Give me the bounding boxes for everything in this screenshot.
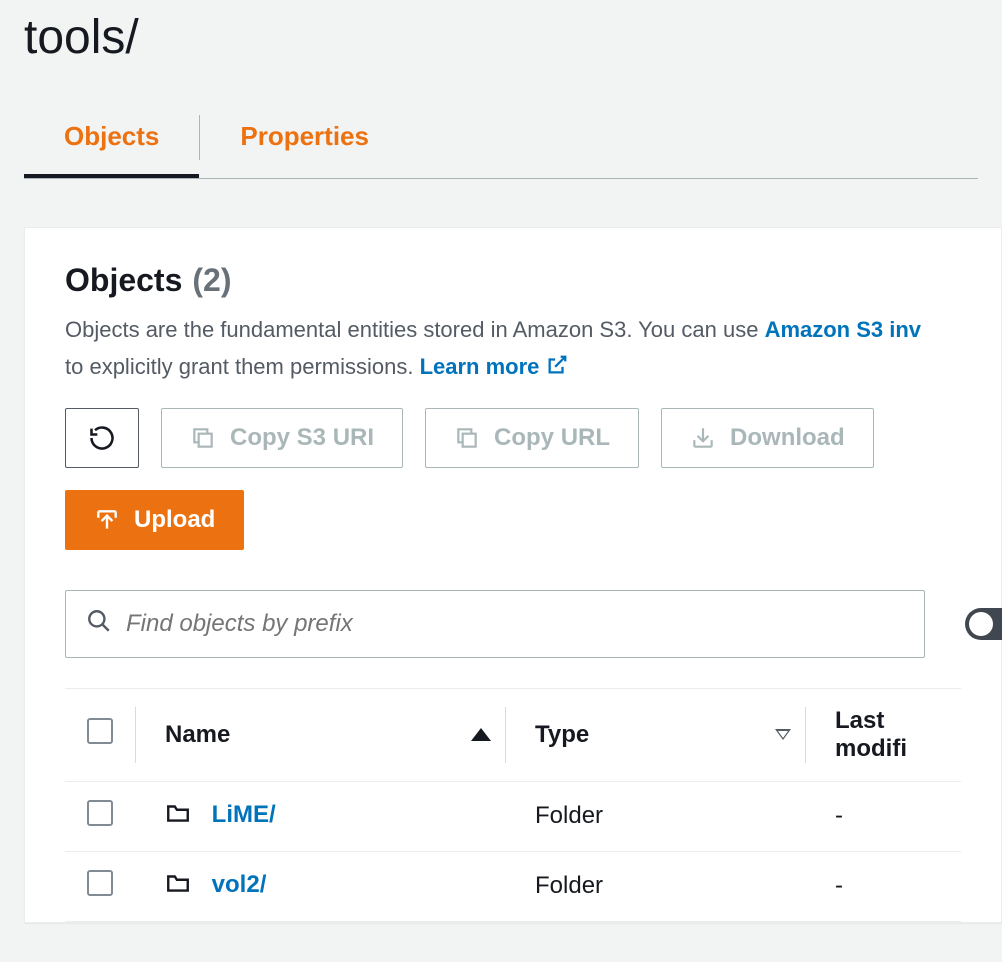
tab-objects[interactable]: Objects: [24, 103, 199, 178]
search-box[interactable]: [65, 590, 925, 658]
learn-more-label: Learn more: [420, 354, 540, 379]
amazon-s3-inventory-link[interactable]: Amazon S3 inv: [765, 317, 921, 342]
refresh-button[interactable]: [65, 408, 139, 468]
upload-button[interactable]: Upload: [65, 490, 244, 550]
sort-icon: [775, 729, 791, 740]
object-type: Folder: [505, 851, 805, 921]
table-row: LiME/ Folder -: [65, 781, 961, 851]
search-input[interactable]: [126, 610, 904, 638]
folder-icon: [165, 805, 198, 832]
description-text-2: to explicitly grant them permissions.: [65, 354, 420, 379]
object-name-link[interactable]: vol2/: [212, 871, 267, 898]
search-row: [65, 590, 961, 658]
tab-properties[interactable]: Properties: [200, 103, 409, 178]
panel-title: Objects: [65, 262, 182, 299]
object-last-modified: -: [805, 781, 961, 851]
copy-url-button[interactable]: Copy URL: [425, 408, 639, 468]
copy-icon: [190, 425, 216, 451]
name-header-label: Name: [165, 721, 230, 749]
copy-s3-uri-button[interactable]: Copy S3 URI: [161, 408, 403, 468]
toolbar-row-1: Copy S3 URI Copy URL Download: [65, 408, 961, 468]
learn-more-link[interactable]: Learn more: [420, 354, 568, 379]
panel-count: (2): [192, 262, 231, 299]
row-checkbox[interactable]: [87, 870, 113, 896]
search-icon: [86, 608, 112, 639]
refresh-icon: [88, 424, 116, 452]
panel-description: Objects are the fundamental entities sto…: [65, 311, 961, 386]
download-label: Download: [730, 424, 845, 452]
download-button[interactable]: Download: [661, 408, 874, 468]
copy-icon: [454, 425, 480, 451]
external-link-icon: [546, 354, 568, 379]
type-header-label: Type: [535, 721, 589, 749]
page-title: tools/: [0, 0, 1002, 83]
objects-table: Name Type Last modifi: [65, 688, 961, 922]
description-text-1: Objects are the fundamental entities sto…: [65, 317, 765, 342]
object-name-link[interactable]: LiME/: [212, 801, 276, 828]
objects-panel: Objects (2) Objects are the fundamental …: [24, 227, 1002, 923]
download-icon: [690, 425, 716, 451]
table-row: vol2/ Folder -: [65, 851, 961, 921]
column-header-last-modified[interactable]: Last modifi: [805, 688, 961, 781]
object-last-modified: -: [805, 851, 961, 921]
column-header-select: [65, 688, 135, 781]
toolbar-row-2: Upload: [65, 490, 961, 550]
sort-ascending-icon: [471, 728, 491, 741]
upload-label: Upload: [134, 506, 215, 534]
tabs-container: Objects Properties: [24, 103, 978, 179]
column-header-type[interactable]: Type: [505, 688, 805, 781]
copy-s3-uri-label: Copy S3 URI: [230, 424, 374, 452]
last-modified-header-label: Last modifi: [835, 707, 907, 762]
object-type: Folder: [505, 781, 805, 851]
folder-icon: [165, 875, 198, 902]
show-versions-toggle[interactable]: [965, 608, 1002, 640]
panel-header: Objects (2): [65, 262, 961, 299]
column-header-name[interactable]: Name: [135, 688, 505, 781]
row-checkbox[interactable]: [87, 800, 113, 826]
select-all-checkbox[interactable]: [87, 718, 113, 744]
upload-icon: [94, 507, 120, 533]
copy-url-label: Copy URL: [494, 424, 610, 452]
